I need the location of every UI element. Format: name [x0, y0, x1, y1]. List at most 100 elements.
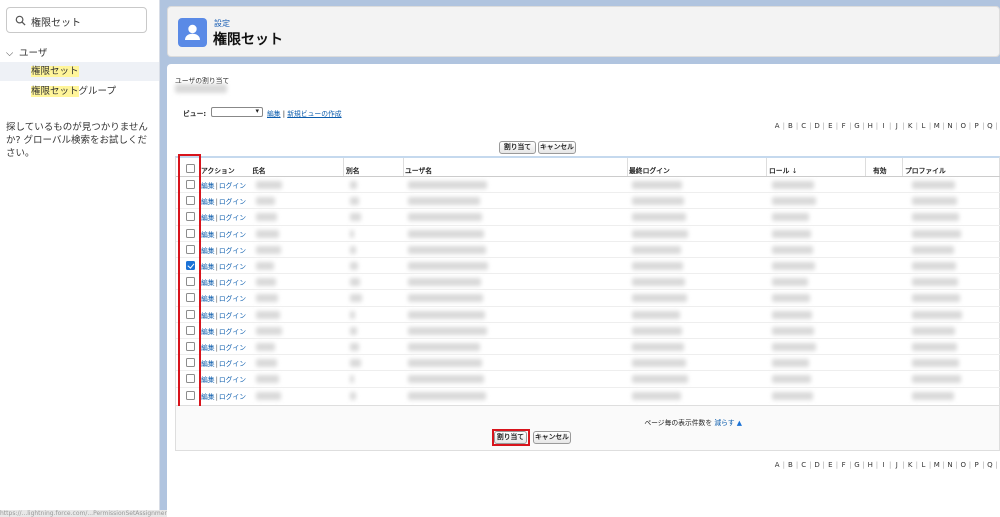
alpha-filter-letter[interactable]: D: [812, 122, 822, 130]
alpha-filter-letter[interactable]: H: [865, 122, 875, 130]
row-edit-link[interactable]: 編集: [201, 279, 215, 287]
sidebar-item-permission-set-groups[interactable]: 権限セットグループ: [0, 82, 159, 101]
row-login-link[interactable]: ログイン: [219, 214, 246, 222]
col-last-login[interactable]: 最終ログイン: [629, 165, 670, 175]
alpha-filter-letter[interactable]: P: [971, 461, 981, 469]
row-login-link[interactable]: ログイン: [219, 247, 246, 255]
redacted-cell: [632, 310, 680, 319]
row-edit-link[interactable]: 編集: [201, 360, 215, 368]
col-divider: [627, 158, 628, 176]
sidebar-item-permission-sets[interactable]: 権限セット: [0, 62, 159, 81]
quick-find-input[interactable]: 権限セット: [6, 7, 147, 33]
row-login-link[interactable]: ログイン: [219, 182, 246, 190]
row-login-link[interactable]: ログイン: [219, 344, 246, 352]
row-login-link[interactable]: ログイン: [219, 279, 246, 287]
alpha-filter-letter[interactable]: K: [905, 122, 915, 130]
row-actions: 編集|ログイン: [201, 310, 246, 320]
redacted-cell: [632, 343, 684, 351]
redacted-cell: [408, 343, 480, 351]
view-edit-link[interactable]: 編集: [267, 110, 281, 118]
alpha-filter-letter[interactable]: C: [799, 122, 809, 130]
table-row: 編集|ログイン: [176, 240, 1000, 257]
col-divider: [865, 158, 866, 176]
row-edit-link[interactable]: 編集: [201, 312, 215, 320]
redacted-cell: [350, 391, 356, 400]
alpha-filter-letter[interactable]: M: [932, 122, 942, 130]
row-login-link[interactable]: ログイン: [219, 312, 246, 320]
row-login-link[interactable]: ログイン: [219, 376, 246, 384]
alpha-filter-letter[interactable]: F: [838, 122, 848, 130]
alpha-filter-letter[interactable]: Q: [985, 461, 995, 469]
alpha-filter-letter[interactable]: J: [892, 461, 902, 469]
row-edit-link[interactable]: 編集: [201, 263, 215, 271]
row-login-link[interactable]: ログイン: [219, 198, 246, 206]
col-name[interactable]: 氏名: [252, 165, 266, 175]
redacted-cell: [256, 213, 277, 222]
alpha-filter-letter[interactable]: B: [785, 461, 795, 469]
new-view-link[interactable]: 新規ビューの作成: [287, 110, 341, 118]
redacted-cell: [912, 310, 962, 319]
alpha-filter-letter[interactable]: H: [865, 461, 875, 469]
breadcrumb[interactable]: 設定: [214, 18, 230, 29]
alpha-filter-letter[interactable]: G: [852, 122, 862, 130]
alpha-filter-letter[interactable]: O: [958, 461, 968, 469]
alpha-filter-letter[interactable]: M: [932, 461, 942, 469]
alpha-filter-letter[interactable]: P: [971, 122, 981, 130]
alpha-filter-letter[interactable]: E: [825, 461, 835, 469]
redacted-cell: [632, 181, 682, 189]
alpha-filter-letter[interactable]: Q: [985, 122, 995, 130]
row-edit-link[interactable]: 編集: [201, 295, 215, 303]
redacted-cell: [912, 375, 961, 384]
row-login-link[interactable]: ログイン: [219, 295, 246, 303]
alpha-filter-letter[interactable]: O: [958, 122, 968, 130]
col-role-label: ロール: [769, 167, 790, 175]
row-edit-link[interactable]: 編集: [201, 231, 215, 239]
row-login-link[interactable]: ログイン: [219, 360, 246, 368]
alpha-filter-letter[interactable]: B: [785, 122, 795, 130]
show-fewer-link[interactable]: 減らす: [714, 419, 734, 427]
redacted-cell: [408, 375, 484, 384]
col-username[interactable]: ユーザ名: [405, 165, 432, 175]
row-login-link[interactable]: ログイン: [219, 328, 246, 336]
tree-node-users[interactable]: ⌵ ユーザ: [6, 45, 47, 59]
col-role[interactable]: ロール ↓: [769, 165, 797, 175]
alpha-filter-letter[interactable]: I: [878, 122, 888, 130]
row-edit-link[interactable]: 編集: [201, 214, 215, 222]
redacted-cell: [772, 391, 813, 400]
alpha-filter-letter[interactable]: N: [945, 122, 955, 130]
row-action-separator: |: [215, 295, 218, 304]
row-edit-link[interactable]: 編集: [201, 344, 215, 352]
alpha-filter-letter[interactable]: K: [905, 461, 915, 469]
alpha-filter-letter[interactable]: N: [945, 461, 955, 469]
cancel-button-top[interactable]: キャンセル: [538, 141, 576, 154]
row-edit-link[interactable]: 編集: [201, 328, 215, 336]
alpha-filter-letter[interactable]: F: [838, 461, 848, 469]
row-login-link[interactable]: ログイン: [219, 393, 246, 401]
row-action-separator: |: [215, 376, 218, 385]
redacted-cell: [912, 262, 956, 270]
alpha-filter-letter[interactable]: C: [799, 461, 809, 469]
row-login-link[interactable]: ログイン: [219, 263, 246, 271]
row-edit-link[interactable]: 編集: [201, 198, 215, 206]
alpha-filter-letter[interactable]: D: [812, 461, 822, 469]
view-select[interactable]: ▾: [211, 107, 263, 117]
row-login-link[interactable]: ログイン: [219, 231, 246, 239]
row-edit-link[interactable]: 編集: [201, 376, 215, 384]
col-profile[interactable]: プロファイル: [905, 165, 946, 175]
row-edit-link[interactable]: 編集: [201, 247, 215, 255]
col-alias[interactable]: 別名: [346, 165, 360, 175]
col-active[interactable]: 有効: [873, 165, 887, 175]
row-edit-link[interactable]: 編集: [201, 393, 215, 401]
alpha-filter-letter[interactable]: A: [772, 122, 782, 130]
col-divider: [343, 158, 344, 176]
alpha-filter-letter[interactable]: I: [878, 461, 888, 469]
alpha-filter-letter[interactable]: J: [892, 122, 902, 130]
assign-button-top[interactable]: 割り当て: [499, 141, 536, 154]
alpha-filter-letter[interactable]: L: [918, 461, 928, 469]
alpha-filter-letter[interactable]: G: [852, 461, 862, 469]
cancel-button-bottom[interactable]: キャンセル: [533, 431, 571, 444]
row-edit-link[interactable]: 編集: [201, 182, 215, 190]
alpha-filter-letter[interactable]: E: [825, 122, 835, 130]
alpha-filter-letter[interactable]: L: [918, 122, 928, 130]
alpha-filter-letter[interactable]: A: [772, 461, 782, 469]
